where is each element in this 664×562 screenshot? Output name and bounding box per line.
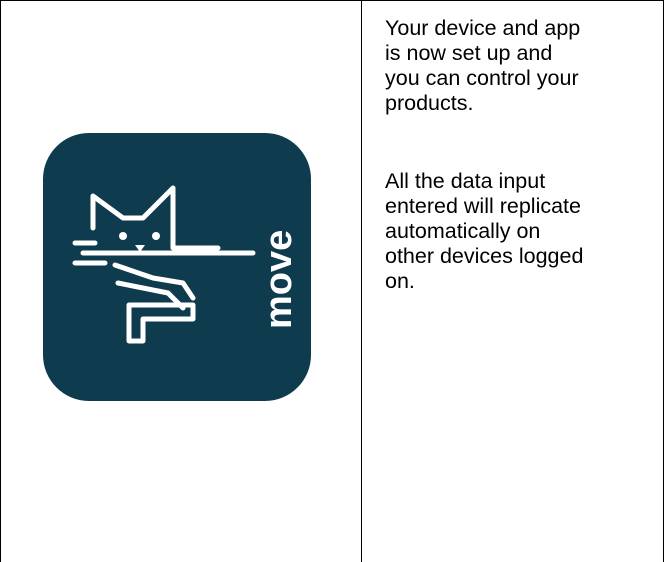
paragraph-2-line: entered will replicate [385, 194, 581, 218]
paragraph-1-line: products. [385, 91, 474, 115]
paragraph-2-line: other devices logged [385, 244, 584, 268]
paragraph-2-line: automatically on [385, 219, 541, 243]
paragraph-2-line: All the data input [385, 169, 546, 193]
move-app-icon: move [43, 133, 311, 401]
app-icon-brand-text: move [258, 230, 300, 329]
paragraph-1-line: is now set up and [385, 41, 553, 65]
cat-left-eye [119, 232, 127, 240]
setup-complete-paragraph: Your device and app is now set up and yo… [385, 16, 655, 116]
paragraph-1-line: Your device and app [385, 16, 581, 40]
icon-cell: move [0, 0, 361, 562]
paragraph-2-line: on. [385, 269, 415, 293]
cat-right-eye [152, 232, 160, 240]
text-cell: Your device and app is now set up and yo… [362, 0, 662, 562]
data-sync-paragraph: All the data input entered will replicat… [385, 169, 655, 294]
paragraph-1-line: you can control your [385, 66, 579, 90]
